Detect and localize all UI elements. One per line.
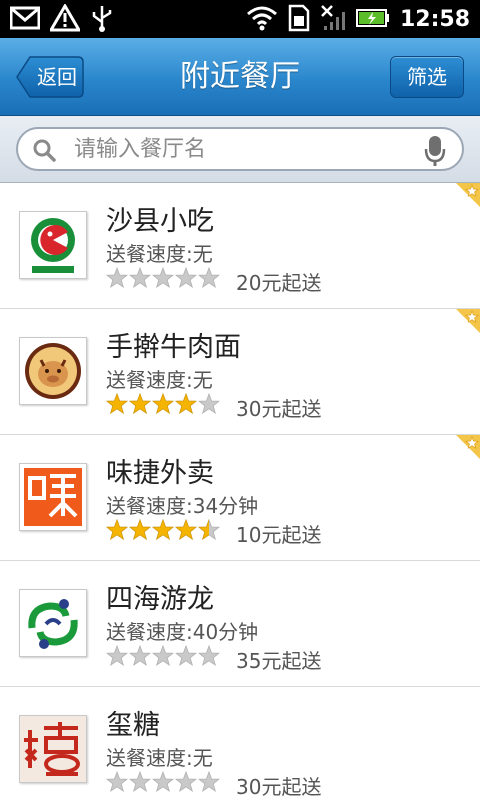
wifi-icon — [246, 5, 278, 35]
system-icons: 12:58 — [246, 4, 470, 36]
star-icon — [152, 393, 174, 414]
minimum-order: 10元起送 — [236, 523, 322, 547]
status-bar: 12:58 — [0, 0, 480, 38]
sim-icon — [288, 4, 310, 36]
star-icon — [106, 393, 128, 414]
restaurant-row[interactable]: 玺糖 送餐速度:无 30元起送 — [0, 687, 480, 800]
star-icon — [175, 393, 197, 414]
gmail-icon — [9, 5, 41, 35]
minimum-order: 30元起送 — [236, 775, 322, 799]
star-icon — [106, 267, 128, 288]
restaurant-name: 手擀牛肉面 — [106, 332, 241, 363]
search-bar — [0, 116, 480, 183]
restaurant-row[interactable]: 手擀牛肉面 送餐速度:无 30元起送 — [0, 309, 480, 435]
minimum-order: 20元起送 — [236, 271, 322, 295]
star-icon — [129, 519, 151, 540]
restaurant-name: 沙县小吃 — [106, 206, 214, 237]
clock: 12:58 — [399, 7, 470, 32]
back-button[interactable]: 返回 — [16, 56, 84, 98]
microphone-icon[interactable] — [424, 135, 446, 171]
notification-icons — [9, 3, 114, 36]
star-icon — [129, 771, 151, 792]
rating-stars — [106, 267, 220, 289]
rating-stars — [106, 519, 220, 541]
star-icon — [198, 393, 220, 414]
star-icon — [106, 519, 128, 540]
delivery-speed: 送餐速度:34分钟 — [106, 494, 259, 518]
signal-off-icon — [320, 4, 346, 36]
rating-stars — [106, 393, 220, 415]
star-icon — [175, 267, 197, 288]
xitang-logo — [19, 715, 87, 783]
sihai-logo — [19, 589, 87, 657]
star-icon — [129, 393, 151, 414]
shaxian-logo — [19, 211, 87, 279]
title-bar: 返回 附近餐厅 筛选 — [0, 38, 480, 116]
warning-icon — [48, 3, 82, 36]
restaurant-list: 沙县小吃 送餐速度:无 20元起送 手擀牛肉面 送餐速度:无 30元起送 味捷外… — [0, 183, 480, 800]
star-icon — [152, 519, 174, 540]
delivery-speed: 送餐速度:无 — [106, 746, 213, 770]
star-icon — [198, 519, 220, 540]
restaurant-row[interactable]: 味捷外卖 送餐速度:34分钟 10元起送 — [0, 435, 480, 561]
rating-stars — [106, 771, 220, 793]
usb-icon — [90, 4, 114, 36]
delivery-speed: 送餐速度:40分钟 — [106, 620, 259, 644]
featured-corner-icon — [456, 435, 480, 463]
restaurant-name: 玺糖 — [106, 710, 160, 741]
delivery-speed: 送餐速度:无 — [106, 368, 213, 392]
star-icon — [175, 645, 197, 666]
star-icon — [175, 519, 197, 540]
minimum-order: 30元起送 — [236, 397, 322, 421]
star-icon — [152, 267, 174, 288]
back-button-label: 返回 — [37, 65, 77, 89]
star-icon — [129, 645, 151, 666]
star-icon — [106, 771, 128, 792]
restaurant-row[interactable]: 沙县小吃 送餐速度:无 20元起送 — [0, 183, 480, 309]
restaurant-name: 味捷外卖 — [106, 458, 214, 489]
rating-stars — [106, 645, 220, 667]
minimum-order: 35元起送 — [236, 649, 322, 673]
search-icon — [32, 138, 56, 166]
restaurant-row[interactable]: 四海游龙 送餐速度:40分钟 35元起送 — [0, 561, 480, 687]
star-icon — [129, 267, 151, 288]
featured-corner-icon — [456, 183, 480, 211]
star-icon — [152, 645, 174, 666]
star-icon — [198, 771, 220, 792]
delivery-speed: 送餐速度:无 — [106, 242, 213, 266]
star-icon — [198, 267, 220, 288]
filter-button[interactable]: 筛选 — [390, 56, 464, 98]
star-icon — [152, 771, 174, 792]
star-icon — [106, 645, 128, 666]
featured-corner-icon — [456, 309, 480, 337]
weijie-logo — [19, 463, 87, 531]
battery-charging-icon — [355, 8, 390, 32]
page-title: 附近餐厅 — [180, 59, 300, 94]
restaurant-name: 四海游龙 — [106, 584, 214, 615]
star-icon — [198, 645, 220, 666]
beef-noodle-logo — [19, 337, 87, 405]
search-box[interactable] — [16, 127, 464, 171]
star-icon — [175, 771, 197, 792]
search-input[interactable] — [74, 129, 414, 169]
